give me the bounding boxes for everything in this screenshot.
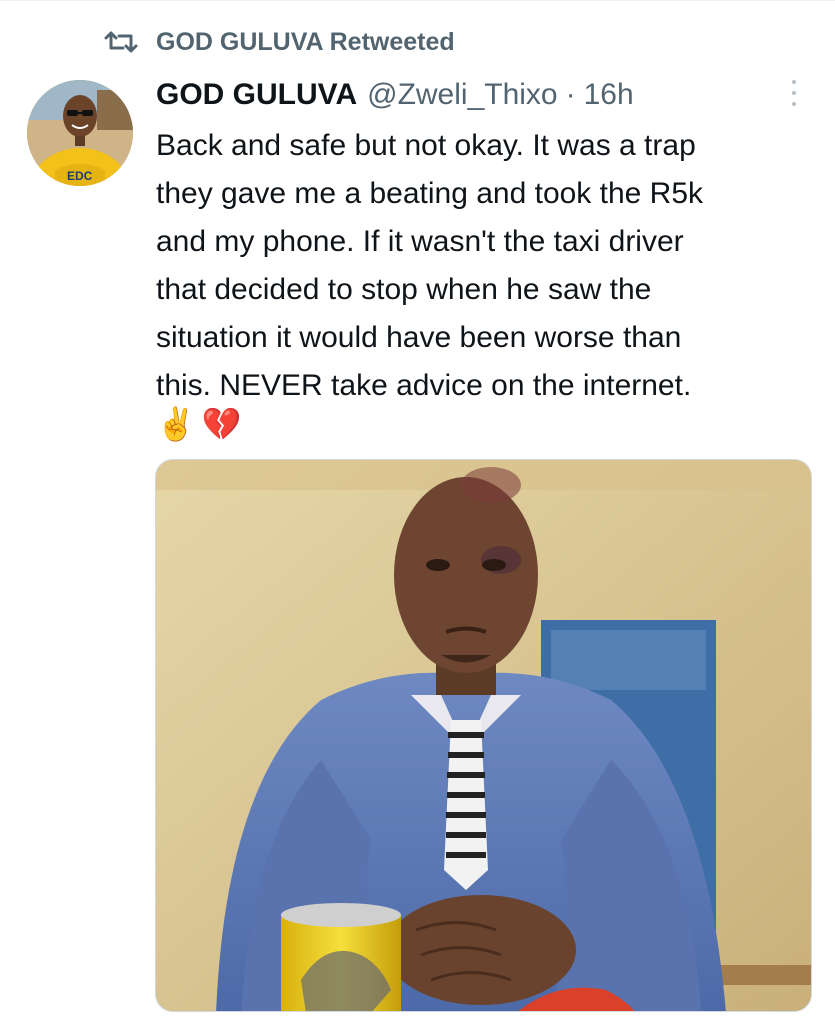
tweet-text-line: and my phone. If it wasn't the taxi driv… xyxy=(156,225,684,258)
avatar[interactable]: EDC xyxy=(27,80,133,186)
retweet-icon xyxy=(104,29,138,55)
retweet-context[interactable]: GOD GULUVA Retweeted xyxy=(104,27,455,57)
tweet-time[interactable]: 16h xyxy=(584,78,634,112)
separator-dot: · xyxy=(565,78,576,111)
tweet-text-line: they gave me a beating and took the R5k xyxy=(156,177,704,210)
tweet-text-line: Back and safe but not okay. It was a tra… xyxy=(156,129,696,162)
avatar-logo-text: EDC xyxy=(67,169,93,183)
broken-heart-emoji: 💔 xyxy=(201,406,242,442)
tweet-text-line: situation it would have been worse than xyxy=(156,321,682,354)
tweet-header: GOD GULUVA @Zweli_Thixo · 16h xyxy=(156,78,634,118)
user-handle[interactable]: @Zweli_Thixo xyxy=(367,78,558,112)
top-divider xyxy=(0,0,835,1)
tweet-emojis: ✌️ 💔 xyxy=(156,400,248,448)
tweet-text-line: this. NEVER take advice on the internet. xyxy=(156,369,692,402)
tweet-text: Back and safe but not okay. It was a tra… xyxy=(156,122,816,410)
display-name[interactable]: GOD GULUVA xyxy=(156,78,357,112)
tweet-text-line: that decided to stop when he saw the xyxy=(156,273,652,306)
tweet-photo[interactable] xyxy=(155,459,812,1012)
victory-hand-emoji: ✌️ xyxy=(156,406,196,442)
retweet-context-label: GOD GULUVA Retweeted xyxy=(156,27,455,56)
more-vertical-icon[interactable] xyxy=(782,76,806,110)
